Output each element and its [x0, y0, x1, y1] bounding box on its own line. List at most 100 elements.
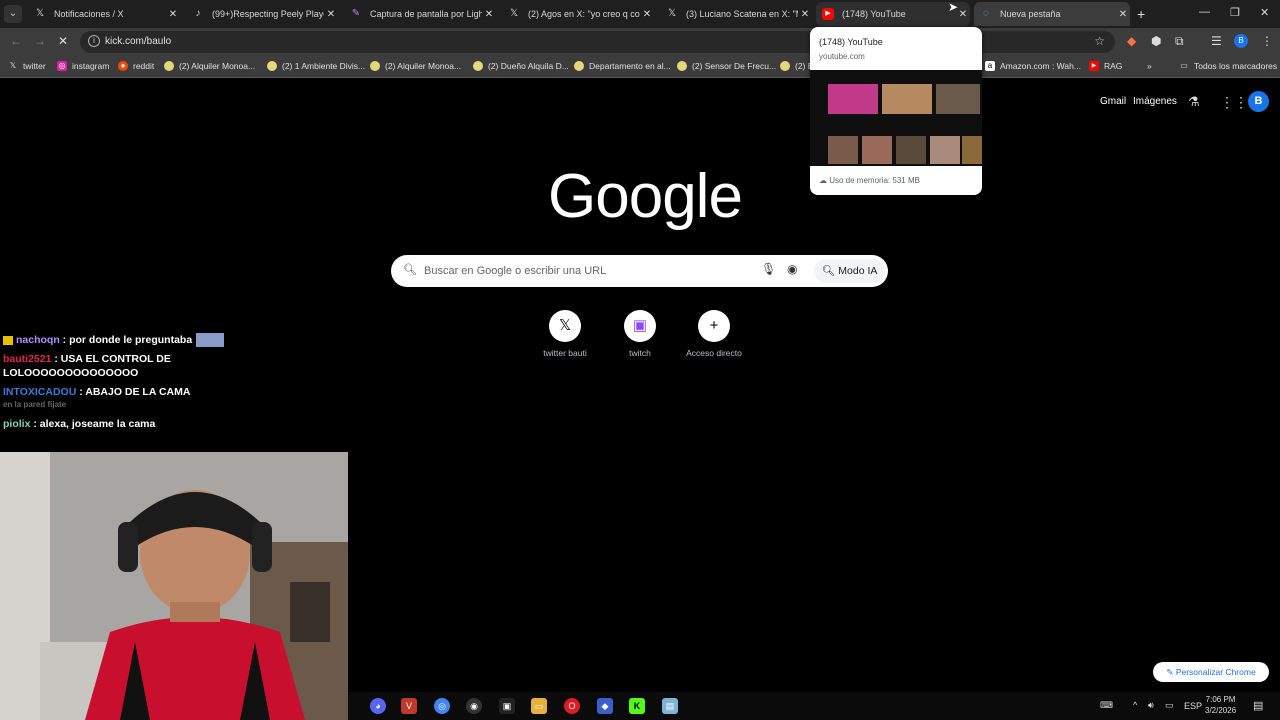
gmail-link[interactable]: Gmail: [1100, 96, 1126, 107]
tab-strip: ⌄ 𝕏 Notificaciones / X ✕ ♪ (99+)Respecti…: [0, 0, 1280, 28]
subscriber-badge-icon: [3, 335, 13, 345]
language-indicator[interactable]: ESP: [1184, 701, 1202, 711]
extension-puzzle-icon[interactable]: ⬢: [1151, 34, 1161, 48]
bookmark-item[interactable]: ◎ instagram: [57, 61, 109, 71]
bookmark-item[interactable]: ● reddit: [118, 61, 154, 71]
search-input[interactable]: Buscar en Google o escribir una URL: [424, 265, 606, 277]
chat-message: bauti2521 : USA EL CONTROL DE LOLOOOOOOO…: [3, 353, 171, 380]
tab-preview-thumbnail: [810, 70, 982, 166]
shortcut-twitter-bauti[interactable]: 𝕏 twitter bauti: [530, 310, 600, 358]
emote-icon: [196, 333, 225, 348]
bookmark-item[interactable]: (2) Dueño Alquila D...: [473, 61, 569, 71]
close-tab-icon[interactable]: ✕: [482, 9, 496, 20]
bookmark-item[interactable]: (2) 1 Ambiente Divis...: [267, 61, 365, 71]
tab-luciano[interactable]: 𝕏 (3) Luciano Scatena en X: "MO ✕: [660, 2, 812, 26]
memory-icon: ☁: [819, 176, 827, 185]
tab-youtube[interactable]: ▶ (1748) YouTube ✕: [816, 2, 970, 26]
windows-taskbar: ◕ V ◎ ◉ ▣ ▭ O ◆ K ▤: [348, 692, 1280, 720]
marketplace-icon: [164, 61, 174, 71]
bookmarks-overflow-icon[interactable]: »: [1147, 61, 1152, 71]
search-icon: 🔍︎: [403, 264, 417, 276]
bookmark-item[interactable]: ▶ RAG: [1089, 61, 1122, 71]
bookmark-item[interactable]: Departamento en al...: [574, 61, 671, 71]
tiktok-icon: ♪: [195, 8, 201, 19]
x-logo-icon: 𝕏: [9, 61, 17, 70]
profile-avatar[interactable]: B: [1234, 34, 1248, 48]
bookmark-item[interactable]: (2) B: [780, 61, 813, 71]
tab-peely[interactable]: ♪ (99+)Respecting Peely Players i ✕: [186, 2, 338, 26]
notepad-icon[interactable]: ▤: [662, 698, 678, 714]
youtube-icon: ▶: [822, 8, 834, 20]
bookmark-item[interactable]: 𝕏twitter: [8, 61, 46, 71]
images-link[interactable]: Imágenes: [1133, 96, 1177, 107]
faded-chat-message: en la pared fijate: [3, 400, 67, 410]
show-hidden-icons[interactable]: ^: [1133, 700, 1137, 710]
close-tab-icon[interactable]: ✕: [324, 9, 338, 20]
tab-nueva-pestana[interactable]: ◌ Nueva pestaña ✕: [974, 2, 1130, 26]
tab-agos[interactable]: 𝕏 (2) Agos en X: "yo creo q coscu ✕: [502, 2, 654, 26]
all-bookmarks-folder[interactable]: ▭ Todos los marcadores: [1179, 61, 1277, 71]
bookmark-item[interactable]: (2) Alquiler Monoa...: [164, 61, 255, 71]
app-icon[interactable]: ◆: [597, 698, 613, 714]
chat-message: INTOXICADOU : ABAJO DE LA CAMA: [3, 386, 191, 399]
stream-chat-overlay: nachoqn : por donde le preguntaba bauti2…: [3, 333, 243, 436]
discord-icon[interactable]: ◕: [370, 698, 386, 714]
shortcut-add[interactable]: + Acceso directo: [679, 310, 749, 358]
forward-button[interactable]: →: [34, 34, 46, 48]
minimize-button[interactable]: —: [1199, 6, 1210, 18]
obs-icon[interactable]: ◉: [466, 698, 482, 714]
volume-icon[interactable]: 🔊︎: [1148, 700, 1154, 711]
close-window-button[interactable]: ✕: [1260, 6, 1269, 19]
keyboard-icon[interactable]: ⌨: [1100, 700, 1113, 711]
x-logo-icon: 𝕏: [35, 8, 45, 19]
close-tab-icon[interactable]: ✕: [640, 9, 654, 20]
google-logo: Google: [548, 162, 743, 231]
google-account-avatar[interactable]: B: [1248, 91, 1269, 112]
new-tab-button[interactable]: +: [1137, 6, 1145, 22]
extensions-icon[interactable]: ⧉: [1175, 34, 1184, 49]
stop-loading-button[interactable]: ✕: [58, 34, 68, 48]
voice-search-icon[interactable]: 🎙︎: [761, 262, 776, 276]
system-clock[interactable]: 7:06 PM 3/2/2026: [1205, 694, 1236, 716]
bookmark-star-icon[interactable]: ☆: [1094, 34, 1105, 48]
bookmark-item[interactable]: a Amazon.com : Wah...: [985, 61, 1081, 71]
customize-chrome-button[interactable]: ✎ Personalizar Chrome: [1153, 662, 1269, 682]
site-info-icon[interactable]: i: [88, 35, 100, 47]
labs-flask-icon[interactable]: ⚗: [1188, 94, 1200, 110]
capcut-icon[interactable]: ▣: [499, 698, 515, 714]
bookmark-item[interactable]: (2) Alquiler Monoa...: [370, 61, 461, 71]
ai-mode-button[interactable]: 🔍︎ Modo IA: [814, 259, 886, 283]
marketplace-icon: [574, 61, 584, 71]
close-tab-icon[interactable]: ✕: [798, 9, 812, 20]
notifications-icon[interactable]: ▤: [1253, 699, 1263, 712]
file-explorer-icon[interactable]: ▭: [531, 698, 547, 714]
close-tab-icon[interactable]: ✕: [166, 9, 180, 20]
bookmark-item[interactable]: (2) Sensor De Frecu...: [677, 61, 776, 71]
search-box[interactable]: 🔍︎ Buscar en Google o escribir una URL 🎙…: [391, 255, 888, 287]
tab-notificaciones[interactable]: 𝕏 Notificaciones / X ✕: [28, 2, 180, 26]
more-menu-icon[interactable]: ⋮: [1261, 34, 1273, 48]
opera-icon[interactable]: O: [564, 698, 580, 714]
close-tab-icon[interactable]: ✕: [1116, 9, 1130, 20]
google-lens-icon[interactable]: ◉: [787, 262, 797, 276]
amazon-icon: a: [985, 61, 995, 71]
webcam-overlay: [0, 452, 348, 720]
network-icon[interactable]: ▭: [1165, 700, 1174, 711]
extension-fox-icon[interactable]: ◆: [1127, 34, 1136, 48]
browser-toolbar: ← → ✕ i kick.com/baulo ☆ ◆ ⬢ ⧉ ☰ B ⋮: [0, 28, 1280, 56]
tab-lightshot[interactable]: ✎ Captura de pantalla por Lightsi ✕: [344, 2, 496, 26]
restore-button[interactable]: ❐: [1230, 6, 1240, 19]
tab-hover-card: (1748) YouTube youtube.com ☁ Uso de memo…: [810, 27, 982, 195]
x-logo-icon: 𝕏: [549, 310, 581, 342]
kick-icon[interactable]: K: [629, 698, 645, 714]
voicemod-icon[interactable]: V: [401, 698, 417, 714]
ai-mode-search-icon: 🔍︎: [822, 265, 836, 277]
tab-search-button[interactable]: ⌄: [4, 5, 22, 23]
back-button[interactable]: ←: [10, 34, 22, 48]
reading-list-icon[interactable]: ☰: [1211, 34, 1222, 48]
plus-icon: +: [698, 310, 730, 342]
chrome-icon[interactable]: ◎: [434, 698, 450, 714]
shortcut-twitch[interactable]: ▣ twitch: [605, 310, 675, 358]
loading-icon: ◌: [983, 8, 989, 19]
close-tab-icon[interactable]: ✕: [956, 9, 970, 20]
